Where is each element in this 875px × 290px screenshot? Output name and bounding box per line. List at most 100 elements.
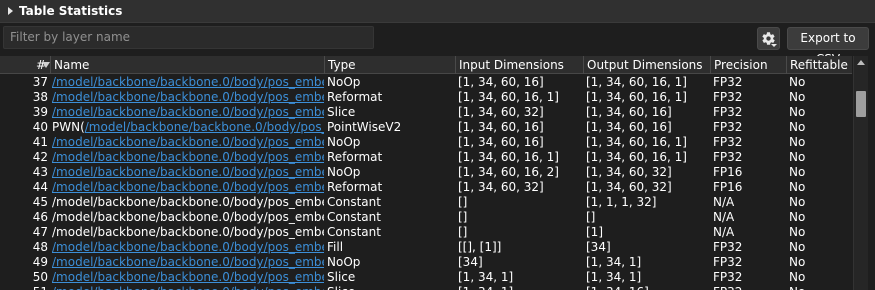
layer-name-cell: /model/backbone/backbone.0/body/pos_embe…: [52, 150, 324, 165]
layer-type: Reformat: [327, 150, 383, 164]
refittable: No: [789, 105, 806, 119]
output-dimensions: [1, 34, 60, 16, 1]: [586, 150, 687, 164]
output-dimensions: [1, 34, 60, 16, 1]: [586, 135, 687, 149]
layer-type: Fill: [327, 240, 344, 254]
statistics-table: # Name Type Input Dimensions Output Dime…: [0, 56, 852, 290]
layer-name-link[interactable]: /model/backbone/backbone.0/body/pos_embe…: [52, 270, 324, 284]
scroll-up-arrow-icon[interactable]: [857, 60, 865, 65]
panel-header[interactable]: Table Statistics: [0, 0, 875, 23]
column-header-name[interactable]: Name: [50, 56, 324, 74]
scroll-thumb[interactable]: [856, 91, 866, 117]
row-number: 46: [32, 210, 48, 224]
layer-name-link[interactable]: /model/backbone/backbone.0/body/pos_embe…: [52, 165, 324, 179]
input-dimensions: [1, 34, 60, 16, 1]: [458, 90, 559, 104]
column-header-input-dimensions[interactable]: Input Dimensions: [455, 56, 583, 74]
layer-name-cell: /model/backbone/backbone.0/body/pos_embe…: [52, 180, 324, 195]
table-row[interactable]: 46/model/backbone/backbone.0/body/pos_em…: [0, 210, 852, 225]
table-header: # Name Type Input Dimensions Output Dime…: [0, 56, 852, 74]
table-row[interactable]: 51/model/backbone/backbone.0/body/pos_em…: [0, 285, 852, 290]
row-number: 44: [32, 180, 48, 194]
refittable: No: [789, 255, 806, 269]
precision: FP32: [713, 240, 743, 254]
settings-button[interactable]: [757, 27, 780, 50]
layer-name-link[interactable]: /model/backbone/backbone.0/body/pos_em: [85, 120, 324, 134]
table-row[interactable]: 50/model/backbone/backbone.0/body/pos_em…: [0, 270, 852, 285]
row-number: 41: [32, 135, 48, 149]
precision: FP32: [713, 255, 743, 269]
precision: FP32: [713, 120, 743, 134]
input-dimensions: [1, 34, 1]: [458, 270, 514, 284]
output-dimensions: [34]: [586, 240, 611, 254]
table-row[interactable]: 49/model/backbone/backbone.0/body/pos_em…: [0, 255, 852, 270]
refittable: No: [789, 120, 806, 134]
column-header-precision[interactable]: Precision: [710, 56, 786, 74]
vertical-scrollbar[interactable]: [853, 56, 868, 290]
refittable: No: [789, 285, 849, 290]
layer-name-link[interactable]: /model/backbone/backbone.0/body/pos_embe…: [52, 75, 324, 89]
layer-type: NoOp: [327, 135, 361, 149]
refittable: No: [789, 210, 806, 224]
table-row[interactable]: 45/model/backbone/backbone.0/body/pos_em…: [0, 195, 852, 210]
table-row[interactable]: 39/model/backbone/backbone.0/body/pos_em…: [0, 105, 852, 120]
layer-name-link[interactable]: /model/backbone/backbone.0/body/pos_embe…: [52, 180, 324, 194]
table-body: 37/model/backbone/backbone.0/body/pos_em…: [0, 75, 852, 290]
row-number: 38: [32, 90, 48, 104]
layer-name-cell: PWN(/model/backbone/backbone.0/body/pos_…: [52, 120, 324, 135]
precision: FP32: [713, 285, 785, 290]
column-header-output-dimensions[interactable]: Output Dimensions: [583, 56, 710, 74]
refittable: No: [789, 150, 806, 164]
table-row[interactable]: 48/model/backbone/backbone.0/body/pos_em…: [0, 240, 852, 255]
layer-name-link[interactable]: /model/backbone/backbone.0/body/pos_embe…: [52, 135, 324, 149]
table-row[interactable]: 42/model/backbone/backbone.0/body/pos_em…: [0, 150, 852, 165]
output-dimensions: [1, 34, 60, 16, 1]: [586, 90, 687, 104]
column-header-type[interactable]: Type: [324, 56, 455, 74]
layer-name-cell: /model/backbone/backbone.0/body/pos_embe…: [52, 90, 324, 105]
collapse-triangle-icon[interactable]: [8, 7, 13, 15]
table-row[interactable]: 38/model/backbone/backbone.0/body/pos_em…: [0, 90, 852, 105]
precision: FP32: [713, 270, 743, 284]
table-row[interactable]: 40 PWN(/model/backbone/backbone.0/body/po…: [0, 120, 852, 135]
layer-type: NoOp: [327, 75, 361, 89]
output-dimensions: [1]: [586, 225, 603, 239]
table-row[interactable]: 44/model/backbone/backbone.0/body/pos_em…: [0, 180, 852, 195]
sort-descending-icon: [42, 62, 50, 68]
table-row[interactable]: 43/model/backbone/backbone.0/body/pos_em…: [0, 165, 852, 180]
layer-name-text: /model/backbone/backbone.0/body/pos_embe…: [52, 210, 324, 224]
table-row[interactable]: 47/model/backbone/backbone.0/body/pos_em…: [0, 225, 852, 240]
layer-name-link[interactable]: /model/backbone/backbone.0/body/pos_embe…: [52, 255, 324, 269]
layer-name-link[interactable]: /model/backbone/backbone.0/body/pos_embe…: [52, 90, 324, 104]
layer-name-cell: /model/backbone/backbone.0/body/pos_embe…: [52, 195, 324, 210]
precision: N/A: [713, 225, 735, 239]
row-number: 39: [32, 105, 48, 119]
row-number: 42: [32, 150, 48, 164]
column-header-refittable[interactable]: Refittable: [786, 56, 852, 74]
layer-type: Constant: [327, 195, 381, 209]
output-dimensions: [1, 34, 60, 16, 1]: [586, 75, 687, 89]
output-dimensions: [1, 34, 1]: [586, 255, 642, 269]
layer-type: Slice: [327, 270, 356, 284]
filter-input[interactable]: Filter by layer name: [3, 26, 374, 49]
output-dimensions: [1, 34, 60, 32]: [586, 180, 672, 194]
dropdown-caret-icon: [771, 44, 777, 47]
input-dimensions: []: [458, 225, 468, 239]
table-row[interactable]: 41/model/backbone/backbone.0/body/pos_em…: [0, 135, 852, 150]
layer-name-link[interactable]: /model/backbone/backbone.0/body/pos_embe…: [52, 150, 324, 164]
layer-name-link[interactable]: /model/backbone/backbone.0/body/pos_embe…: [52, 285, 324, 290]
table-row[interactable]: 37/model/backbone/backbone.0/body/pos_em…: [0, 75, 852, 90]
input-dimensions: [1, 34, 60, 32]: [458, 180, 544, 194]
layer-name-cell: /model/backbone/backbone.0/body/pos_embe…: [52, 285, 324, 290]
export-csv-button[interactable]: Export to CSV: [787, 27, 869, 66]
output-dimensions: [1, 34, 1]: [586, 270, 642, 284]
input-dimensions: [1, 34, 60, 16]: [458, 120, 544, 134]
refittable: No: [789, 195, 806, 209]
layer-name-prefix: PWN(: [52, 120, 85, 134]
panel-title: Table Statistics: [19, 4, 123, 18]
row-number: 47: [32, 225, 48, 239]
input-dimensions: [1, 34, 1]: [458, 285, 582, 290]
layer-name-link[interactable]: /model/backbone/backbone.0/body/pos_embe…: [52, 105, 324, 119]
layer-type: Constant: [327, 225, 381, 239]
row-number: 51: [0, 285, 50, 290]
input-dimensions: [1, 34, 60, 16]: [458, 135, 544, 149]
layer-name-link[interactable]: /model/backbone/backbone.0/body/pos_embe…: [52, 240, 324, 254]
row-number: 45: [32, 195, 48, 209]
